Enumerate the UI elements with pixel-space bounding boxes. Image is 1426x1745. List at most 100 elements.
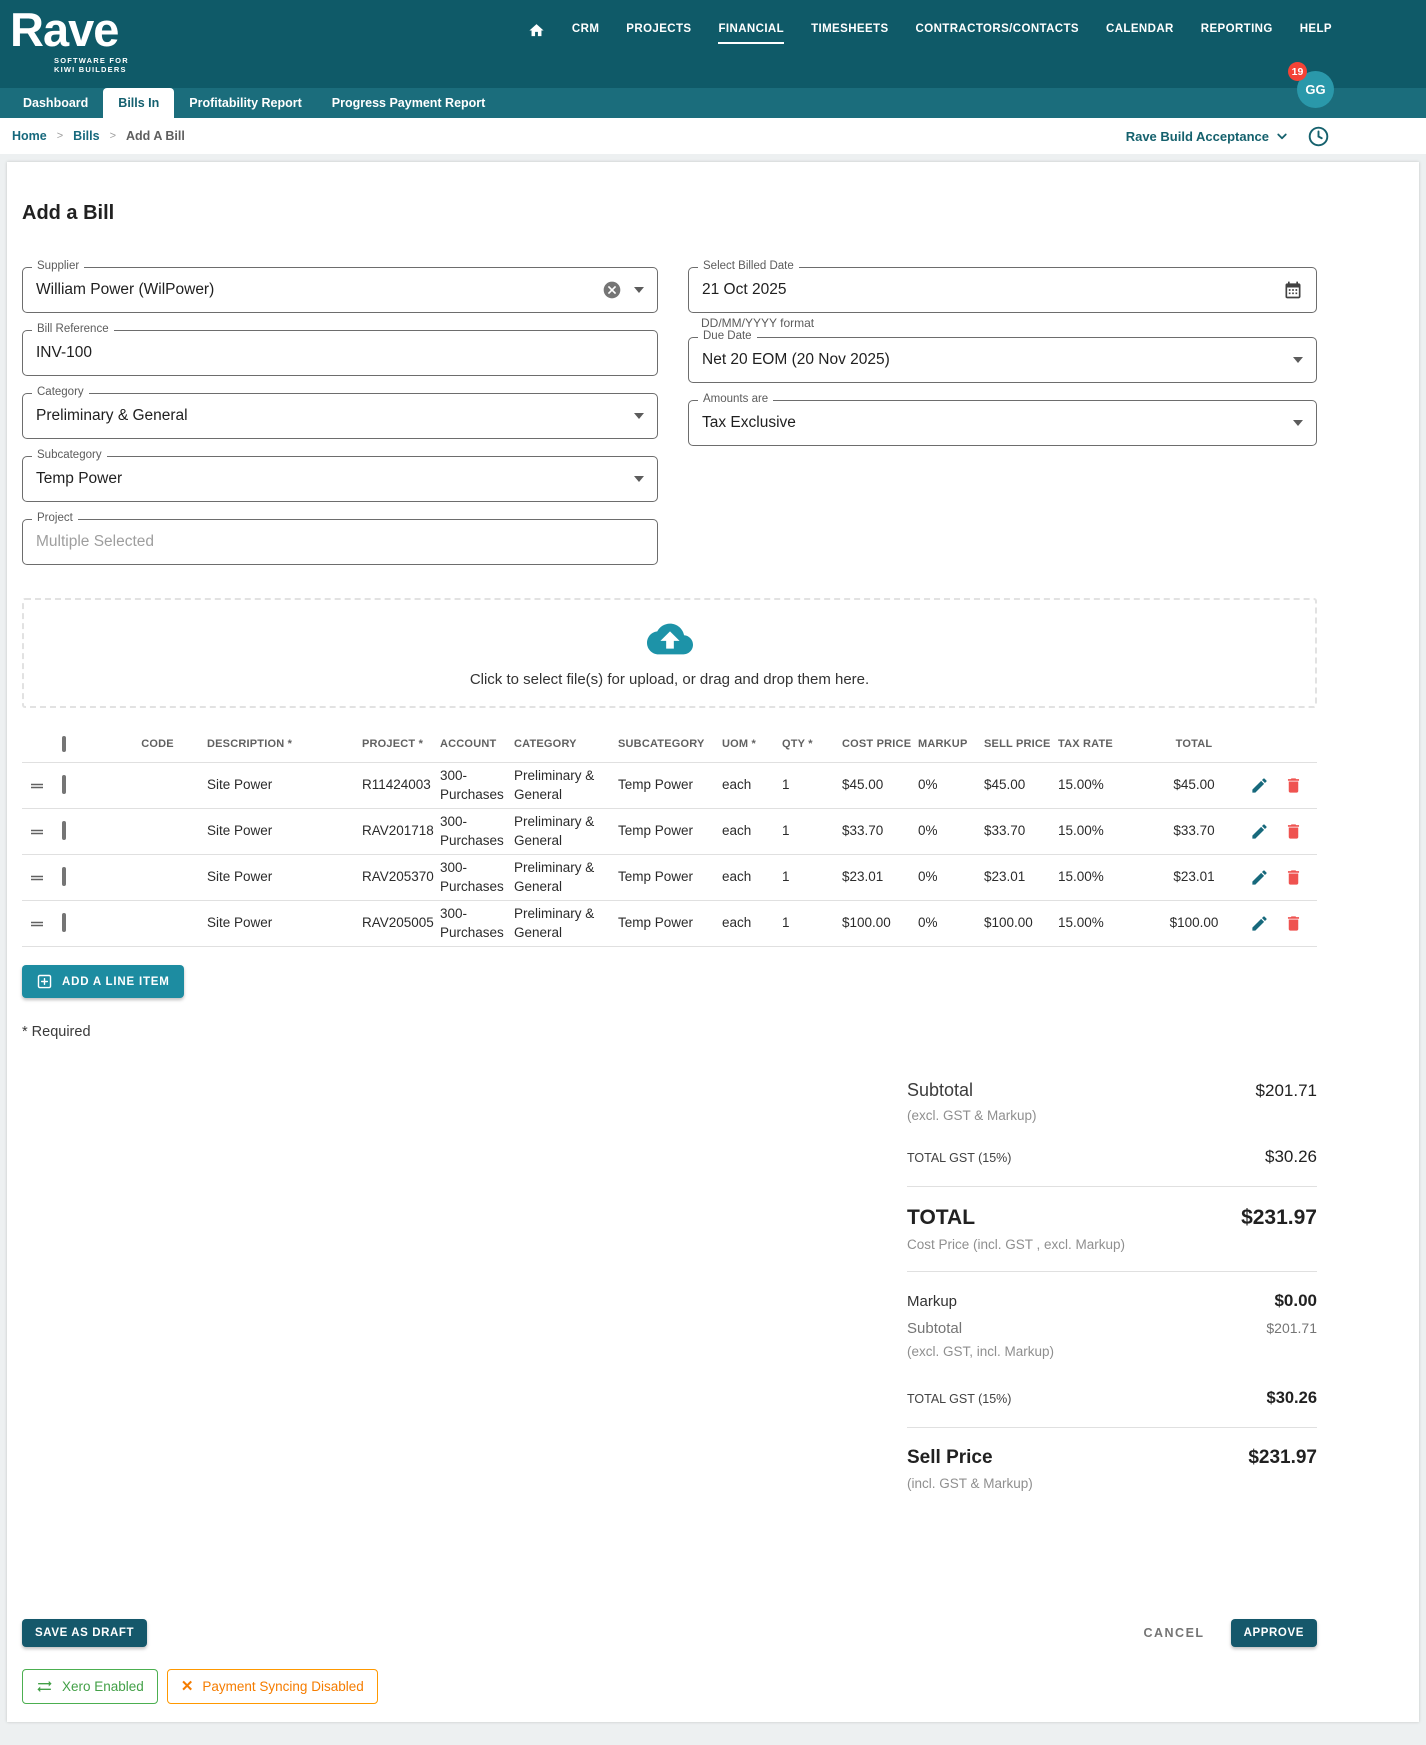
table-row: Site Power R11424003 300-Purchases Preli…	[22, 763, 1317, 809]
divider	[907, 1427, 1317, 1428]
total-label: TOTAL	[907, 1206, 976, 1229]
divider	[907, 1271, 1317, 1272]
amounts-are-label: Amounts are	[698, 393, 774, 405]
cell-project: RAV201718	[362, 823, 434, 839]
add-line-item-button[interactable]: ADD A LINE ITEM	[22, 965, 184, 998]
drag-handle-icon[interactable]	[22, 915, 62, 933]
cell-sell-price: $45.00	[984, 777, 1026, 793]
dropdown-caret-icon[interactable]	[1293, 420, 1303, 426]
drag-handle-icon[interactable]	[22, 869, 62, 887]
nav-financial[interactable]: FINANCIAL	[718, 23, 785, 44]
delete-row-icon[interactable]	[1284, 822, 1303, 841]
billed-date-field[interactable]: Select Billed Date 21 Oct 2025	[688, 260, 1317, 313]
nav-reporting[interactable]: REPORTING	[1201, 23, 1273, 44]
cell-markup: 0%	[918, 869, 938, 885]
file-upload-dropzone[interactable]: Click to select file(s) for upload, or d…	[22, 598, 1317, 708]
gst-value: $30.26	[1265, 1147, 1317, 1166]
cell-account: 300-Purchases	[440, 814, 504, 848]
breadcrumb-bills[interactable]: Bills	[73, 129, 99, 143]
cell-description: Site Power	[207, 869, 273, 885]
avatar[interactable]: GG 19	[1288, 62, 1334, 108]
drag-handle-icon[interactable]	[22, 777, 62, 795]
edit-row-icon[interactable]	[1250, 822, 1269, 841]
drag-handle-icon[interactable]	[22, 823, 62, 841]
tab-bills-in[interactable]: Bills In	[103, 88, 175, 118]
tab-profitability-report[interactable]: Profitability Report	[174, 88, 317, 118]
cell-subcategory: Temp Power	[618, 869, 694, 885]
cell-markup: 0%	[918, 915, 938, 931]
rave-logo[interactable]: Rave SOFTWARE FOR KIWI BUILDERS	[10, 4, 129, 75]
category-field[interactable]: Category Preliminary & General	[22, 386, 658, 439]
row-checkbox[interactable]	[62, 821, 66, 841]
cell-tax-rate: 15.00%	[1058, 915, 1104, 931]
home-icon[interactable]	[528, 22, 545, 45]
nav-projects[interactable]: PROJECTS	[626, 23, 691, 44]
row-checkbox[interactable]	[62, 913, 66, 933]
total-note: Cost Price (incl. GST , excl. Markup)	[907, 1237, 1126, 1252]
nav-help[interactable]: HELP	[1300, 23, 1332, 44]
cell-cost-price: $23.01	[842, 869, 884, 885]
due-date-field[interactable]: Due Date Net 20 EOM (20 Nov 2025)	[688, 330, 1317, 383]
build-acceptance-selector[interactable]: Rave Build Acceptance	[1126, 127, 1291, 145]
cancel-button[interactable]: CANCEL	[1143, 1626, 1204, 1640]
nav-timesheets[interactable]: TIMESHEETS	[811, 23, 888, 44]
row-checkbox[interactable]	[62, 867, 66, 887]
cell-sell-price: $23.01	[984, 869, 1026, 885]
delete-row-icon[interactable]	[1284, 914, 1303, 933]
edit-row-icon[interactable]	[1250, 776, 1269, 795]
cell-uom: each	[722, 777, 752, 793]
amounts-are-field[interactable]: Amounts are Tax Exclusive	[688, 393, 1317, 446]
dropdown-caret-icon[interactable]	[1293, 357, 1303, 363]
upload-instructions: Click to select file(s) for upload, or d…	[469, 671, 870, 688]
cell-project: RAV205005	[362, 915, 434, 931]
cell-qty: 1	[782, 915, 790, 931]
edit-row-icon[interactable]	[1250, 868, 1269, 887]
tab-progress-payment-report[interactable]: Progress Payment Report	[317, 88, 501, 118]
payment-syncing-disabled-badge: ✕ Payment Syncing Disabled	[166, 1669, 378, 1704]
dropdown-caret-icon[interactable]	[634, 287, 644, 293]
delete-row-icon[interactable]	[1284, 776, 1303, 795]
totals-panel: Subtotal $201.71 (excl. GST & Markup) TO…	[907, 1080, 1317, 1491]
breadcrumb-home[interactable]: Home	[12, 129, 47, 143]
subtotal-label: Subtotal	[907, 1080, 974, 1100]
billed-date-value: 21 Oct 2025	[702, 281, 787, 298]
amounts-are-value: Tax Exclusive	[702, 414, 796, 431]
col-subcategory: SUBCATEGORY	[618, 737, 705, 750]
project-field[interactable]: Project Multiple Selected	[22, 512, 658, 565]
dropdown-caret-icon[interactable]	[634, 413, 644, 419]
bill-reference-field[interactable]: Bill Reference INV-100	[22, 323, 658, 376]
cell-tax-rate: 15.00%	[1058, 777, 1104, 793]
line-items-body: Site Power R11424003 300-Purchases Preli…	[22, 763, 1317, 947]
col-markup: MARKUP	[918, 737, 968, 750]
supplier-label: Supplier	[32, 260, 85, 272]
row-checkbox[interactable]	[62, 775, 66, 795]
save-as-draft-button[interactable]: SAVE AS DRAFT	[22, 1619, 148, 1647]
nav-calendar[interactable]: CALENDAR	[1106, 23, 1174, 44]
approve-button[interactable]: APPROVE	[1230, 1619, 1317, 1647]
history-clock-icon[interactable]	[1307, 125, 1330, 148]
nav-contractors-contacts[interactable]: CONTRACTORS/CONTACTS	[916, 23, 1079, 44]
supplier-field[interactable]: Supplier William Power (WilPower)	[22, 260, 658, 313]
col-qty: QTY *	[782, 737, 813, 750]
subcategory-label: Subcategory	[32, 449, 107, 461]
delete-row-icon[interactable]	[1284, 868, 1303, 887]
subtotal2-value: $201.71	[1266, 1320, 1317, 1336]
cell-markup: 0%	[918, 823, 938, 839]
breadcrumb-separator: >	[109, 130, 117, 142]
project-value: Multiple Selected	[36, 533, 155, 550]
breadcrumb-current: Add A Bill	[126, 129, 185, 143]
edit-row-icon[interactable]	[1250, 914, 1269, 933]
nav-crm[interactable]: CRM	[572, 23, 599, 44]
tab-dashboard[interactable]: Dashboard	[8, 88, 103, 118]
subcategory-field[interactable]: Subcategory Temp Power	[22, 449, 658, 502]
clear-icon[interactable]	[602, 280, 622, 300]
cell-account: 300-Purchases	[440, 768, 504, 802]
sync-icon	[37, 1680, 52, 1693]
table-row: Site Power RAV205005 300-Purchases Preli…	[22, 901, 1317, 947]
calendar-icon[interactable]	[1283, 280, 1303, 300]
select-all-checkbox[interactable]	[62, 735, 66, 752]
cell-description: Site Power	[207, 777, 273, 793]
dropdown-caret-icon[interactable]	[634, 476, 644, 482]
table-row: Site Power RAV201718 300-Purchases Preli…	[22, 809, 1317, 855]
cell-account: 300-Purchases	[440, 906, 504, 940]
